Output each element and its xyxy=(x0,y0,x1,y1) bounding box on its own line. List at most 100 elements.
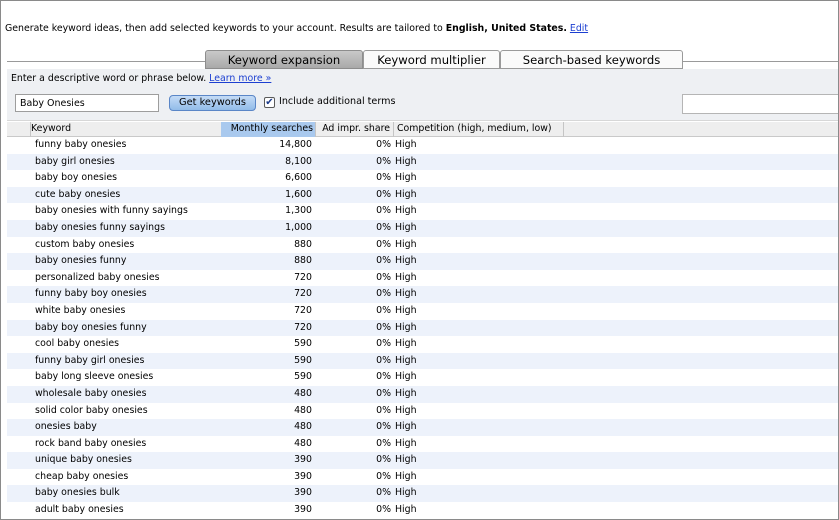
select-all-column[interactable] xyxy=(7,122,31,137)
monthly-searches-cell: 1,300 xyxy=(285,205,312,217)
ad-impr-share-cell: 0% xyxy=(376,139,391,150)
monthly-searches-cell: 390 xyxy=(294,454,312,466)
tab-keyword-multiplier[interactable]: Keyword multiplier xyxy=(363,50,500,69)
keyword-cell: funny baby onesies xyxy=(35,139,127,150)
edit-link[interactable]: Edit xyxy=(570,23,588,34)
intro-country: United States. xyxy=(491,23,567,34)
ad-impr-share-cell: 0% xyxy=(376,288,391,300)
ad-impr-share-cell: 0% xyxy=(376,437,391,449)
competition-cell: High xyxy=(395,371,417,383)
keyword-cell: cheap baby onesies xyxy=(35,470,129,482)
table-row[interactable]: baby girl onesies 8,100 0% High xyxy=(7,153,838,171)
monthly-searches-cell: 590 xyxy=(294,371,312,383)
ad-impr-share-cell: 0% xyxy=(376,421,391,433)
table-row[interactable]: cute baby onesies 1,600 0% High xyxy=(7,186,838,204)
table-row[interactable]: funny baby boy onesies 720 0% High xyxy=(7,286,838,303)
include-terms-checkbox[interactable]: ✔ xyxy=(264,97,275,108)
table-row[interactable]: adult baby onesies 390 0% High xyxy=(7,502,838,519)
keyword-tool-window: Generate keyword ideas, then add selecte… xyxy=(0,0,839,520)
hint-label: Enter a descriptive word or phrase below… xyxy=(11,73,207,84)
keyword-cell: baby boy onesies xyxy=(35,172,117,184)
table-header: Keyword Monthly searches Ad impr. share … xyxy=(7,122,838,137)
keyword-cell: baby onesies with funny sayings xyxy=(35,205,188,217)
header-competition[interactable]: Competition (high, medium, low) xyxy=(394,122,564,137)
monthly-searches-cell: 720 xyxy=(294,288,312,300)
monthly-searches-cell: 14,800 xyxy=(279,139,312,150)
keyword-cell: solid color baby onesies xyxy=(35,404,148,416)
ad-impr-share-cell: 0% xyxy=(376,470,391,482)
table-row[interactable]: baby boy onesies funny 720 0% High xyxy=(7,319,838,337)
ad-impr-share-cell: 0% xyxy=(376,504,391,516)
competition-cell: High xyxy=(395,487,417,499)
keyword-results-table: Keyword Monthly searches Ad impr. share … xyxy=(7,122,838,519)
table-row[interactable]: wholesale baby onesies 480 0% High xyxy=(7,385,838,403)
ad-impr-share-cell: 0% xyxy=(376,487,391,499)
header-keyword[interactable]: Keyword xyxy=(31,122,221,137)
ad-impr-share-cell: 0% xyxy=(376,304,391,316)
monthly-searches-cell: 480 xyxy=(294,437,312,449)
monthly-searches-cell: 390 xyxy=(294,470,312,482)
monthly-searches-cell: 880 xyxy=(294,255,312,267)
keyword-cell: cute baby onesies xyxy=(35,188,121,200)
monthly-searches-cell: 720 xyxy=(294,304,312,316)
monthly-searches-cell: 720 xyxy=(294,321,312,333)
competition-cell: High xyxy=(395,255,417,267)
monthly-searches-cell: 1,600 xyxy=(285,188,312,200)
monthly-searches-cell: 480 xyxy=(294,421,312,433)
filter-input[interactable] xyxy=(682,94,838,114)
table-row[interactable]: baby onesies bulk 390 0% High xyxy=(7,485,838,503)
keyword-cell: unique baby onesies xyxy=(35,454,132,466)
competition-cell: High xyxy=(395,188,417,200)
intro-text: Generate keyword ideas, then add selecte… xyxy=(5,21,588,37)
table-row[interactable]: unique baby onesies 390 0% High xyxy=(7,452,838,469)
table-row[interactable]: personalized baby onesies 720 0% High xyxy=(7,270,838,287)
learn-more-link[interactable]: Learn more » xyxy=(209,73,271,84)
header-ad-impr-share[interactable]: Ad impr. share xyxy=(316,122,394,137)
monthly-searches-cell: 590 xyxy=(294,338,312,350)
table-row[interactable]: baby onesies funny sayings 1,000 0% High xyxy=(7,219,838,237)
get-keywords-button[interactable]: Get keywords xyxy=(169,95,256,111)
monthly-searches-cell: 480 xyxy=(294,387,312,399)
table-row[interactable]: solid color baby onesies 480 0% High xyxy=(7,403,838,420)
competition-cell: High xyxy=(395,271,417,283)
ad-impr-share-cell: 0% xyxy=(376,155,391,167)
table-row[interactable]: baby long sleeve onesies 590 0% High xyxy=(7,369,838,386)
table-row[interactable]: cool baby onesies 590 0% High xyxy=(7,336,838,353)
keyword-input[interactable] xyxy=(15,94,159,112)
table-body: funny baby onesies 14,800 0% High baby girl … xyxy=(7,137,838,519)
keyword-cell: funny baby boy onesies xyxy=(35,288,147,300)
ad-impr-share-cell: 0% xyxy=(376,238,391,250)
competition-cell: High xyxy=(395,205,417,217)
monthly-searches-cell: 390 xyxy=(294,504,312,516)
table-row[interactable]: funny baby onesies 14,800 0% High xyxy=(7,137,838,154)
table-row[interactable]: baby boy onesies 6,600 0% High xyxy=(7,170,838,187)
monthly-searches-cell: 390 xyxy=(294,487,312,499)
ad-impr-share-cell: 0% xyxy=(376,271,391,283)
competition-cell: High xyxy=(395,421,417,433)
table-row[interactable]: baby onesies with funny sayings 1,300 0% Hi… xyxy=(7,203,838,220)
tab-search-based-keywords[interactable]: Search-based keywords xyxy=(500,50,683,69)
keyword-cell: white baby onesies xyxy=(35,304,126,316)
monthly-searches-cell: 6,600 xyxy=(285,172,312,184)
header-monthly-searches[interactable]: Monthly searches xyxy=(221,122,316,137)
ad-impr-share-cell: 0% xyxy=(376,338,391,350)
keyword-cell: custom baby onesies xyxy=(35,238,135,250)
competition-cell: High xyxy=(395,437,417,449)
table-row[interactable]: cheap baby onesies 390 0% High xyxy=(7,469,838,486)
table-row[interactable]: custom baby onesies 880 0% High xyxy=(7,237,838,254)
monthly-searches-cell: 880 xyxy=(294,238,312,250)
table-row[interactable]: funny baby girl onesies 590 0% High xyxy=(7,352,838,370)
competition-cell: High xyxy=(395,238,417,250)
table-row[interactable]: rock band baby onesies 480 0% High xyxy=(7,436,838,453)
monthly-searches-cell: 590 xyxy=(294,354,312,366)
table-row[interactable]: baby onesies funny 880 0% High xyxy=(7,253,838,270)
table-row[interactable]: white baby onesies 720 0% High xyxy=(7,303,838,320)
tab-keyword-expansion[interactable]: Keyword expansion xyxy=(205,50,363,69)
ad-impr-share-cell: 0% xyxy=(376,454,391,466)
keyword-cell: baby onesies bulk xyxy=(35,487,120,499)
keyword-cell: cool baby onesies xyxy=(35,338,119,350)
include-terms-label: Include additional terms xyxy=(279,96,396,107)
keyword-cell: baby girl onesies xyxy=(35,155,115,167)
table-row[interactable]: onesies baby 480 0% High xyxy=(7,419,838,436)
hint-text: Enter a descriptive word or phrase below… xyxy=(11,73,271,84)
